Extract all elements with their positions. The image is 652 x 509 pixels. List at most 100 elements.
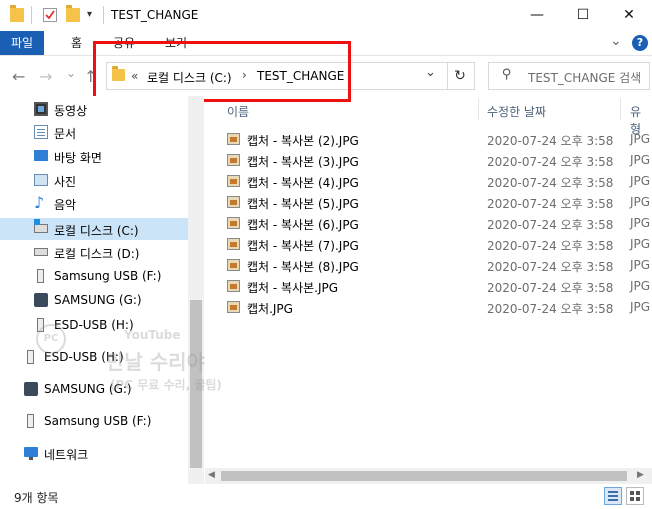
usb-drive-icon xyxy=(37,269,44,283)
drive-d-icon xyxy=(34,248,48,256)
file-name: 캡처 - 복사본 (5).JPG xyxy=(247,197,359,211)
music-icon: ♪ xyxy=(34,193,45,212)
large-icons-view-icon[interactable] xyxy=(626,487,644,505)
video-icon xyxy=(34,102,48,116)
item-count: 9개 항목 xyxy=(14,491,59,505)
file-row[interactable]: 캡처 - 복사본 (2).JPG 2020-07-24 오후 3:58 JPG xyxy=(205,129,652,150)
sidebar-item-label: 문서 xyxy=(54,127,77,141)
highlight-annotation-box xyxy=(93,41,351,102)
file-row[interactable]: 캡처.JPG 2020-07-24 오후 3:58 JPG xyxy=(205,297,652,318)
sidebar-item-label: 네트워크 xyxy=(44,448,89,462)
sidebar-item-label: 로컬 디스크 (D:) xyxy=(54,247,140,261)
sidebar-item-music[interactable]: ♪ 음악 xyxy=(0,193,188,214)
file-row[interactable]: 캡처 - 복사본 (5).JPG 2020-07-24 오후 3:58 JPG xyxy=(205,192,652,213)
sidebar-item-local-disk-c[interactable]: 로컬 디스크 (C:) xyxy=(0,218,188,240)
file-type: JPG xyxy=(630,195,651,209)
column-name-header[interactable]: 이름 xyxy=(227,103,249,120)
sidebar-item-samsung-usb-f[interactable]: Samsung USB (F:) xyxy=(0,266,188,287)
channel-watermark: PC YouTube 만날 수리야 (PC 무료 수리, 꿀팁) xyxy=(30,322,260,402)
watermark-tagline: (PC 무료 수리, 꿀팁) xyxy=(110,378,222,392)
file-name: 캡처 - 복사본 (7).JPG xyxy=(247,239,359,253)
jpg-file-icon xyxy=(227,196,240,208)
jpg-file-icon xyxy=(227,259,240,271)
sidebar-item-label: 동영상 xyxy=(54,104,88,118)
file-name: 캡처.JPG xyxy=(247,302,293,316)
status-bar xyxy=(0,484,652,509)
jpg-file-icon xyxy=(227,154,240,166)
document-icon xyxy=(34,125,48,139)
titlebar-divider xyxy=(103,6,104,24)
sidebar-item-local-disk-d[interactable]: 로컬 디스크 (D:) xyxy=(0,242,188,263)
help-icon[interactable]: ? xyxy=(632,35,648,51)
customize-quick-access-icon[interactable]: ▾ xyxy=(87,9,92,20)
file-row[interactable]: 캡처 - 복사본 (6).JPG 2020-07-24 오후 3:58 JPG xyxy=(205,213,652,234)
jpg-file-icon xyxy=(227,175,240,187)
file-name: 캡처 - 복사본 (2).JPG xyxy=(247,134,359,148)
file-type: JPG xyxy=(630,153,651,167)
watermark-title: 만날 수리야 xyxy=(106,350,205,374)
address-dropdown-icon[interactable]: ⌄ xyxy=(425,65,436,80)
file-date: 2020-07-24 오후 3:58 xyxy=(487,155,614,169)
refresh-button[interactable]: ↻ xyxy=(446,62,475,90)
sidebar-item-label: 음악 xyxy=(54,198,77,212)
file-type: JPG xyxy=(630,237,651,251)
tab-file[interactable]: 파일 xyxy=(0,31,44,55)
column-date-header[interactable]: 수정한 날짜 xyxy=(487,103,546,120)
search-icon: ⚲ xyxy=(502,67,512,82)
expand-ribbon-icon[interactable]: ⌄ xyxy=(610,33,622,49)
sidebar-item-pictures[interactable]: 사진 xyxy=(0,170,188,191)
usb-drive-icon xyxy=(27,414,34,428)
recent-locations-button[interactable]: ⌄ xyxy=(66,66,76,80)
pictures-icon xyxy=(34,174,48,186)
window-title: TEST_CHANGE xyxy=(111,8,199,22)
file-row[interactable]: 캡처 - 복사본 (8).JPG 2020-07-24 오후 3:58 JPG xyxy=(205,255,652,276)
column-divider[interactable] xyxy=(478,98,479,120)
drive-c-icon xyxy=(34,219,48,233)
file-row[interactable]: 캡처 - 복사본 (7).JPG 2020-07-24 오후 3:58 JPG xyxy=(205,234,652,255)
file-type: JPG xyxy=(630,132,651,146)
sidebar-item-documents[interactable]: 문서 xyxy=(0,122,188,143)
properties-icon[interactable] xyxy=(43,8,57,22)
file-type: JPG xyxy=(630,300,651,314)
file-row[interactable]: 캡처 - 복사본.JPG 2020-07-24 오후 3:58 JPG xyxy=(205,276,652,297)
scroll-right-icon[interactable]: ▶ xyxy=(637,470,644,480)
jpg-file-icon xyxy=(227,301,240,313)
watermark-badge: PC xyxy=(36,324,66,354)
file-row[interactable]: 캡처 - 복사본 (4).JPG 2020-07-24 오후 3:58 JPG xyxy=(205,171,652,192)
file-date: 2020-07-24 오후 3:58 xyxy=(487,302,614,316)
maximize-button[interactable]: ☐ xyxy=(560,0,606,31)
file-type: JPG xyxy=(630,216,651,230)
column-divider[interactable] xyxy=(620,98,621,120)
jpg-file-icon xyxy=(227,133,240,145)
search-input[interactable]: TEST_CHANGE 검색 xyxy=(528,69,641,86)
file-name: 캡처 - 복사본 (3).JPG xyxy=(247,155,359,169)
file-date: 2020-07-24 오후 3:58 xyxy=(487,197,614,211)
sidebar-item-samsung-usb-f-root[interactable]: Samsung USB (F:) xyxy=(0,411,188,432)
file-date: 2020-07-24 오후 3:58 xyxy=(487,218,614,232)
tab-home[interactable]: 홈 xyxy=(71,31,82,55)
sidebar-item-samsung-g[interactable]: SAMSUNG (G:) xyxy=(0,290,188,311)
file-type: JPG xyxy=(630,258,651,272)
sidebar-item-label: Samsung USB (F:) xyxy=(44,414,152,428)
close-button[interactable]: ✕ xyxy=(606,0,652,31)
file-date: 2020-07-24 오후 3:58 xyxy=(487,134,614,148)
titlebar-divider xyxy=(31,6,32,24)
sidebar-item-network[interactable]: 네트워크 xyxy=(0,443,188,464)
file-type: JPG xyxy=(630,279,651,293)
sidebar-item-label: Samsung USB (F:) xyxy=(54,269,162,283)
forward-button[interactable]: → xyxy=(39,67,52,86)
sidebar-item-videos[interactable]: 동영상 xyxy=(0,99,188,120)
scroll-left-icon[interactable]: ◀ xyxy=(208,470,215,480)
sidebar-item-desktop[interactable]: 바탕 화면 xyxy=(0,146,188,167)
details-view-icon[interactable] xyxy=(604,487,622,505)
new-folder-icon[interactable] xyxy=(66,5,80,22)
file-row[interactable]: 캡처 - 복사본 (3).JPG 2020-07-24 오후 3:58 JPG xyxy=(205,150,652,171)
folder-icon xyxy=(10,5,24,22)
back-button[interactable]: ← xyxy=(12,67,25,86)
horizontal-scrollbar-thumb[interactable] xyxy=(221,471,627,481)
jpg-file-icon xyxy=(227,217,240,229)
watermark-channel: YouTube xyxy=(124,328,181,342)
network-icon xyxy=(24,447,38,460)
sidebar-item-label: 사진 xyxy=(54,175,77,189)
minimize-button[interactable]: — xyxy=(514,0,560,31)
